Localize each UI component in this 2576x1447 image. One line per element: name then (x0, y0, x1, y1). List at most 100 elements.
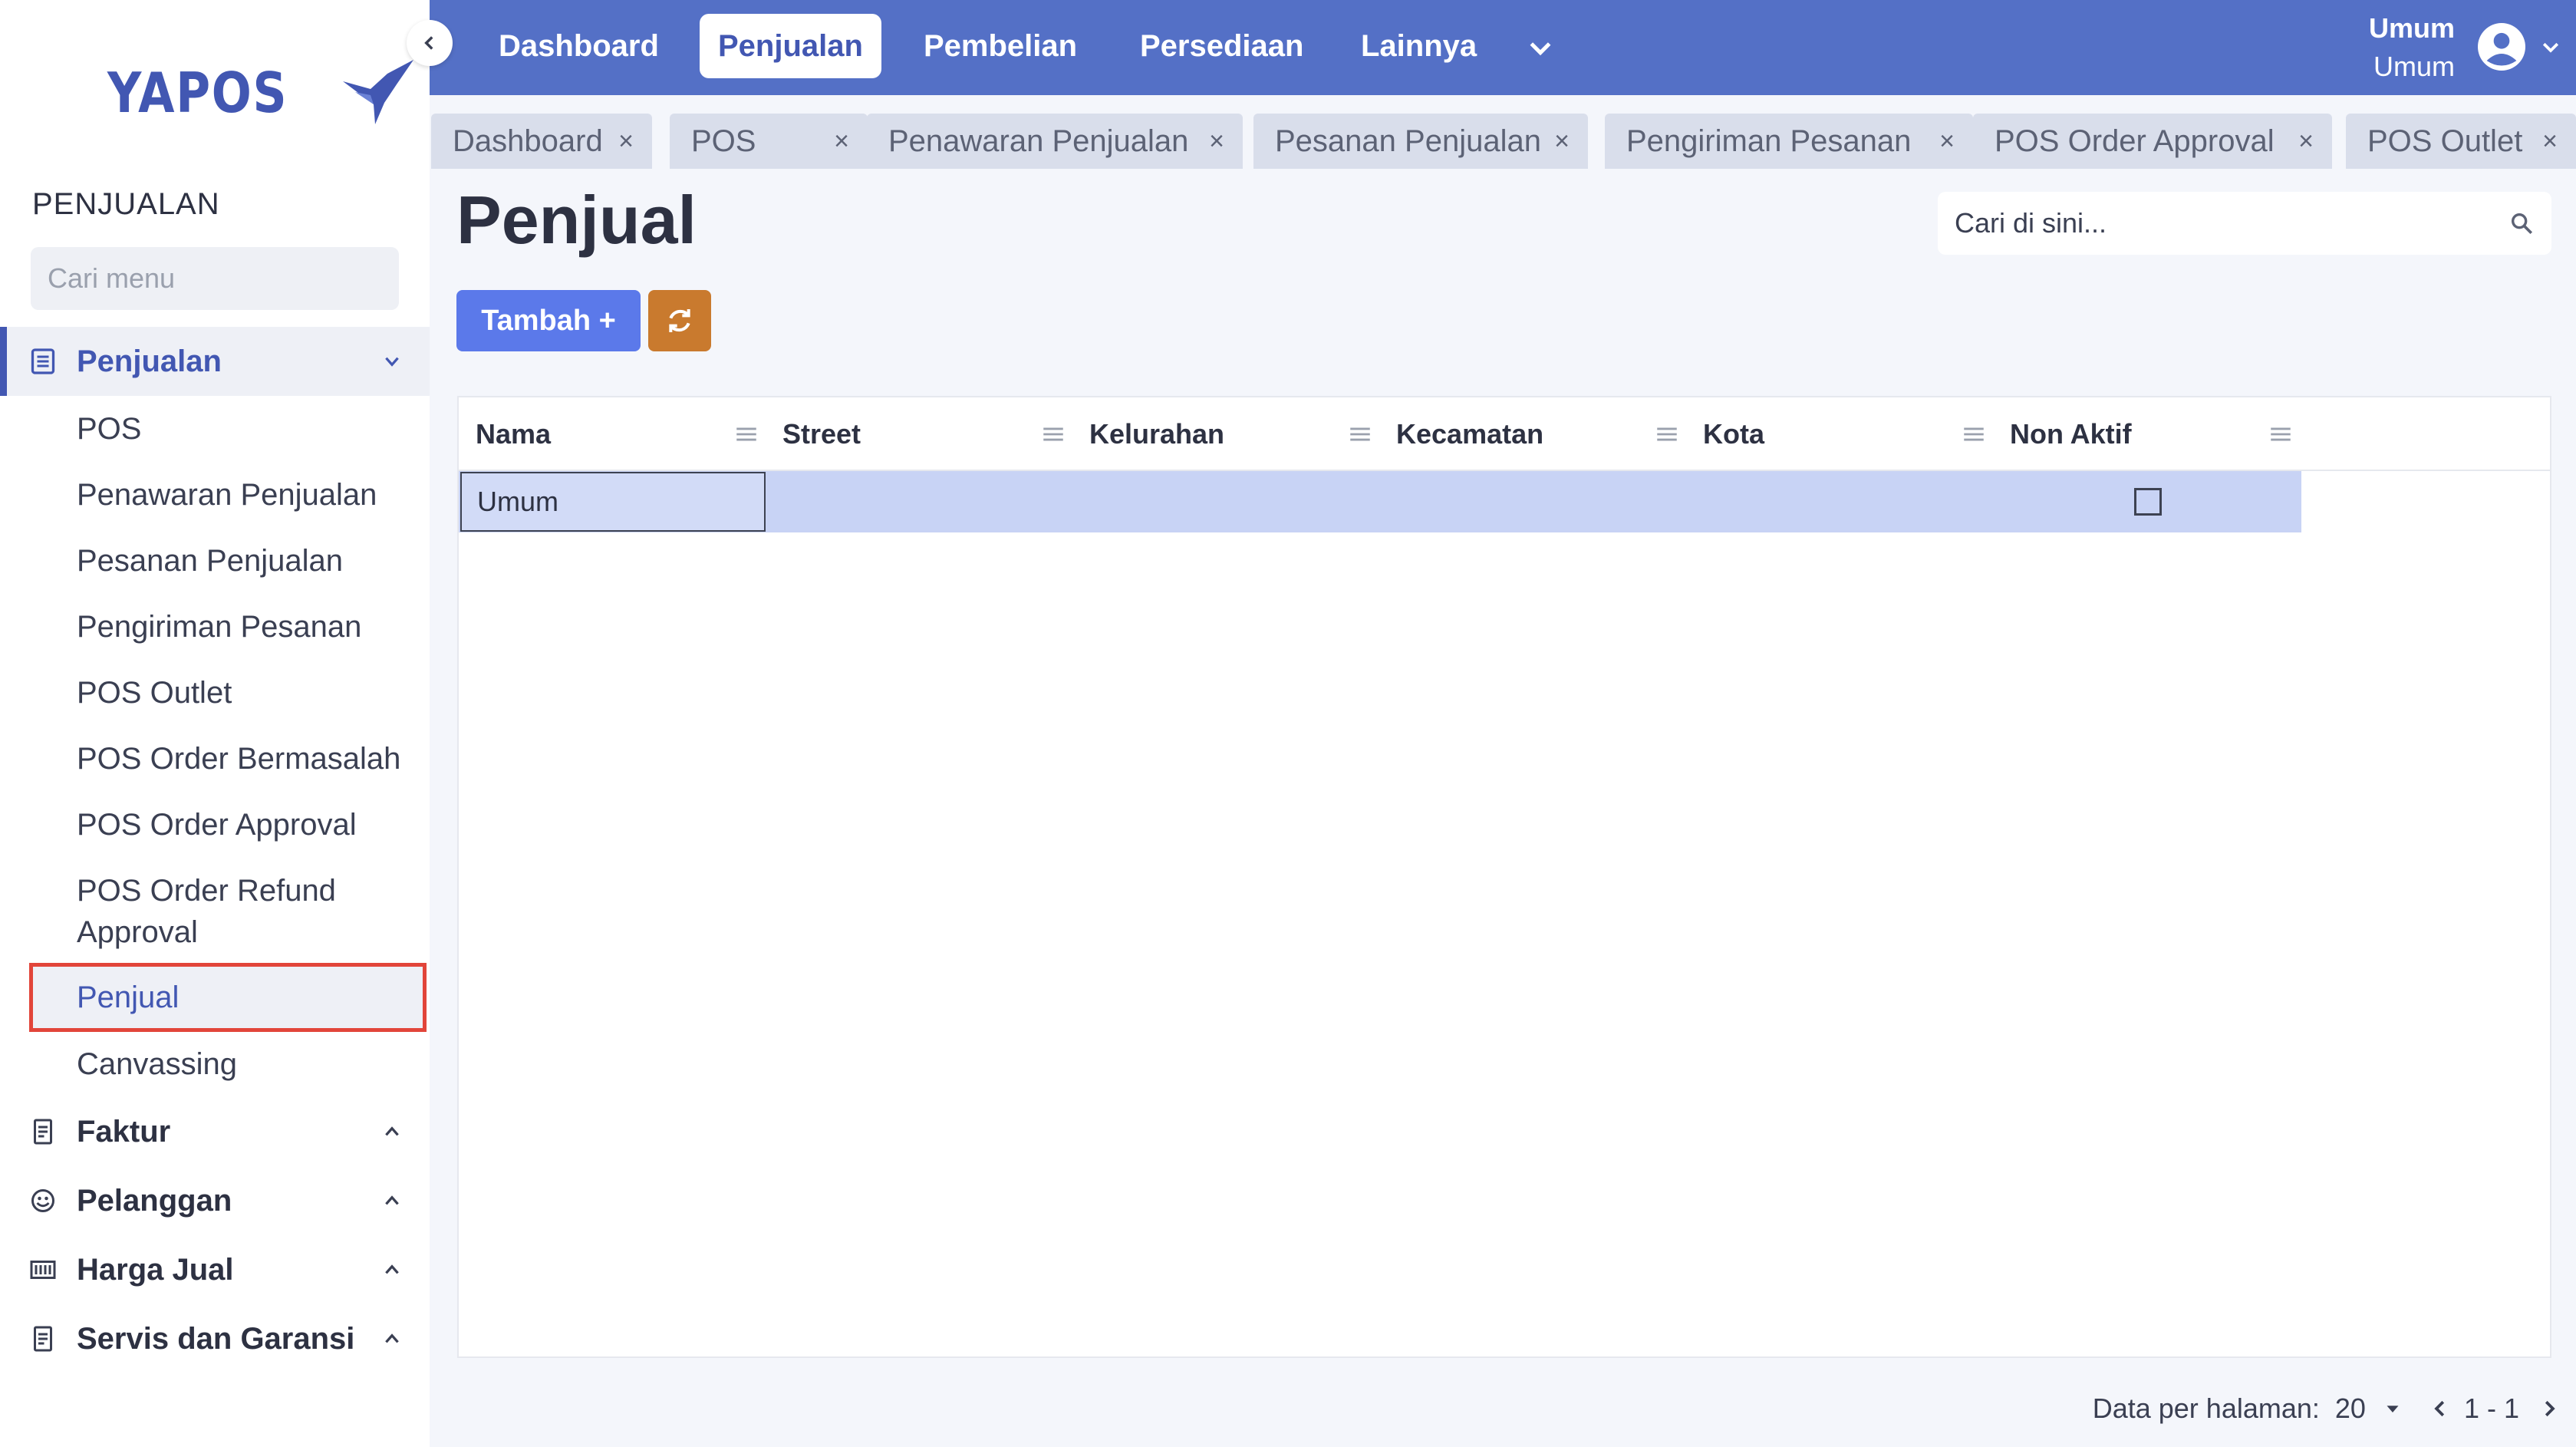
pagination-footer: Data per halaman: 20 1 - 1 (2093, 1386, 2561, 1432)
sidebar-group-label: Servis dan Garansi (77, 1321, 355, 1356)
refresh-button[interactable] (648, 290, 711, 351)
tab-label: POS Outlet (2367, 124, 2523, 158)
sidebar-item-pos-outlet[interactable]: POS Outlet (77, 672, 407, 714)
sidebar-search-input[interactable] (48, 262, 404, 295)
chevron-up-icon (385, 1195, 399, 1205)
tab-label: Pengiriman Pesanan (1626, 124, 1912, 158)
table-row[interactable]: Umum (459, 471, 2301, 532)
column-label: Non Aktif (2010, 418, 2132, 450)
tab-pesanan-penjualan[interactable]: Pesanan Penjualan × (1253, 114, 1588, 169)
next-page-icon[interactable] (2538, 1397, 2561, 1420)
customer-icon (31, 1189, 54, 1212)
nav-dashboard[interactable]: Dashboard (480, 14, 677, 78)
nav-persediaan[interactable]: Persediaan (1122, 14, 1322, 78)
close-icon[interactable]: × (1554, 127, 1570, 157)
sidebar-group-label: Penjualan (77, 344, 222, 378)
column-header-kelurahan[interactable]: Kelurahan (1089, 397, 1382, 471)
sidebar-group-penjualan[interactable]: Penjualan (0, 327, 430, 396)
column-menu-icon[interactable] (1654, 421, 1680, 447)
top-navbar: Dashboard Penjualan Pembelian Persediaan… (430, 0, 2576, 95)
column-menu-icon[interactable] (733, 421, 759, 447)
chevron-up-icon (385, 1264, 399, 1274)
tab-label: POS (691, 124, 756, 158)
close-icon[interactable]: × (2298, 127, 2314, 157)
sidebar-item-pos-order-bermasalah[interactable]: POS Order Bermasalah (77, 738, 407, 780)
non-aktif-checkbox[interactable] (2134, 488, 2162, 516)
close-icon[interactable]: × (618, 127, 634, 157)
tab-label: Dashboard (453, 124, 603, 158)
column-menu-icon[interactable] (2268, 421, 2294, 447)
column-label: Kecamatan (1396, 418, 1544, 450)
column-label: Kota (1703, 418, 1764, 450)
tab-pos-order-approval[interactable]: POS Order Approval × (1973, 114, 2332, 169)
sidebar-section-title: PENJUALAN (32, 187, 220, 221)
column-label: Street (782, 418, 861, 450)
column-header-nama[interactable]: Nama (476, 397, 769, 471)
tab-penawaran-penjualan[interactable]: Penawaran Penjualan × (867, 114, 1243, 169)
refresh-icon (669, 309, 690, 332)
column-menu-icon[interactable] (1961, 421, 1987, 447)
prev-page-icon[interactable] (2429, 1397, 2452, 1420)
page-title: Penjual (456, 182, 697, 258)
sidebar-item-penawaran-penjualan[interactable]: Penawaran Penjualan (77, 474, 407, 516)
close-icon[interactable]: × (1209, 127, 1224, 157)
per-page-label: Data per halaman: (2092, 1393, 2320, 1424)
data-grid: Nama Street Kelurahan Kecamatan Kota Non… (457, 396, 2551, 1358)
per-page-select[interactable]: 20 (2335, 1393, 2366, 1425)
sidebar-item-penjual[interactable]: Penjual (77, 977, 407, 1018)
nav-more-chevron-icon[interactable] (1525, 32, 1556, 63)
tab-pos[interactable]: POS × (670, 114, 868, 169)
receipt-icon (34, 1119, 52, 1145)
main-search-input[interactable] (1955, 207, 2508, 239)
sidebar-group-servis-dan-garansi[interactable]: Servis dan Garansi (0, 1304, 430, 1373)
barcode-icon (30, 1261, 56, 1279)
sidebar-collapse-button[interactable] (407, 20, 453, 66)
tab-pengiriman-pesanan[interactable]: Pengiriman Pesanan × (1605, 114, 1973, 169)
tab-label: POS Order Approval (1995, 124, 2275, 158)
sidebar-group-pelanggan[interactable]: Pelanggan (0, 1166, 430, 1235)
column-menu-icon[interactable] (1347, 421, 1373, 447)
sidebar-item-pos-order-refund-approval[interactable]: POS Order Refund Approval (77, 870, 368, 953)
grid-header: Nama Street Kelurahan Kecamatan Kota Non… (459, 397, 2550, 471)
add-button[interactable]: Tambah + (456, 290, 641, 351)
sidebar-group-label: Harga Jual (77, 1252, 234, 1287)
tab-dashboard[interactable]: Dashboard × (431, 114, 652, 169)
close-icon[interactable]: × (2542, 127, 2558, 157)
column-header-kota[interactable]: Kota (1703, 397, 1996, 471)
main-search[interactable] (1938, 192, 2551, 255)
open-tabs-bar: Dashboard × POS × Penawaran Penjualan × … (430, 114, 2576, 169)
sidebar-item-pos[interactable]: POS (77, 408, 407, 450)
column-menu-icon[interactable] (1040, 421, 1066, 447)
sidebar-group-harga-jual[interactable]: Harga Jual (0, 1235, 430, 1304)
chevron-down-icon[interactable] (2381, 1397, 2404, 1420)
sidebar-item-pengiriman-pesanan[interactable]: Pengiriman Pesanan (77, 606, 407, 648)
sidebar-item-canvassing[interactable]: Canvassing (77, 1043, 407, 1085)
chevron-up-icon (385, 1126, 399, 1136)
column-header-non-aktif[interactable]: Non Aktif (2010, 397, 2303, 471)
sidebar: YAPOS PENJUALAN Penjualan POS Penawaran … (0, 0, 430, 1447)
column-header-kecamatan[interactable]: Kecamatan (1396, 397, 1689, 471)
sidebar-item-pos-order-approval[interactable]: POS Order Approval (77, 804, 407, 845)
yapos-logo[interactable]: YAPOS (107, 58, 417, 127)
close-icon[interactable]: × (834, 127, 849, 157)
cell-nama[interactable]: Umum (460, 472, 766, 532)
sidebar-search[interactable] (31, 247, 404, 310)
nav-lainnya[interactable]: Lainnya (1342, 14, 1495, 78)
close-icon[interactable]: × (1939, 127, 1955, 157)
nav-penjualan[interactable]: Penjualan (700, 14, 881, 78)
column-header-street[interactable]: Street (782, 397, 1076, 471)
tab-label: Penawaran Penjualan (888, 124, 1189, 158)
chevron-left-icon (424, 36, 433, 50)
user-menu-chevron-icon[interactable] (2539, 35, 2562, 58)
chevron-down-icon (385, 357, 399, 367)
sidebar-group-label: Pelanggan (77, 1183, 232, 1218)
user-info[interactable]: Umum Umum (2369, 9, 2455, 86)
sidebar-group-faktur[interactable]: Faktur (0, 1097, 430, 1166)
search-icon (2511, 213, 2533, 235)
avatar-icon[interactable] (2478, 23, 2525, 71)
sidebar-item-pesanan-penjualan[interactable]: Pesanan Penjualan (77, 540, 407, 582)
nav-pembelian[interactable]: Pembelian (905, 14, 1095, 78)
tab-pos-outlet[interactable]: POS Outlet × (2346, 114, 2576, 169)
logo-text: YAPOS (107, 61, 288, 125)
chevron-up-icon (385, 1333, 399, 1343)
